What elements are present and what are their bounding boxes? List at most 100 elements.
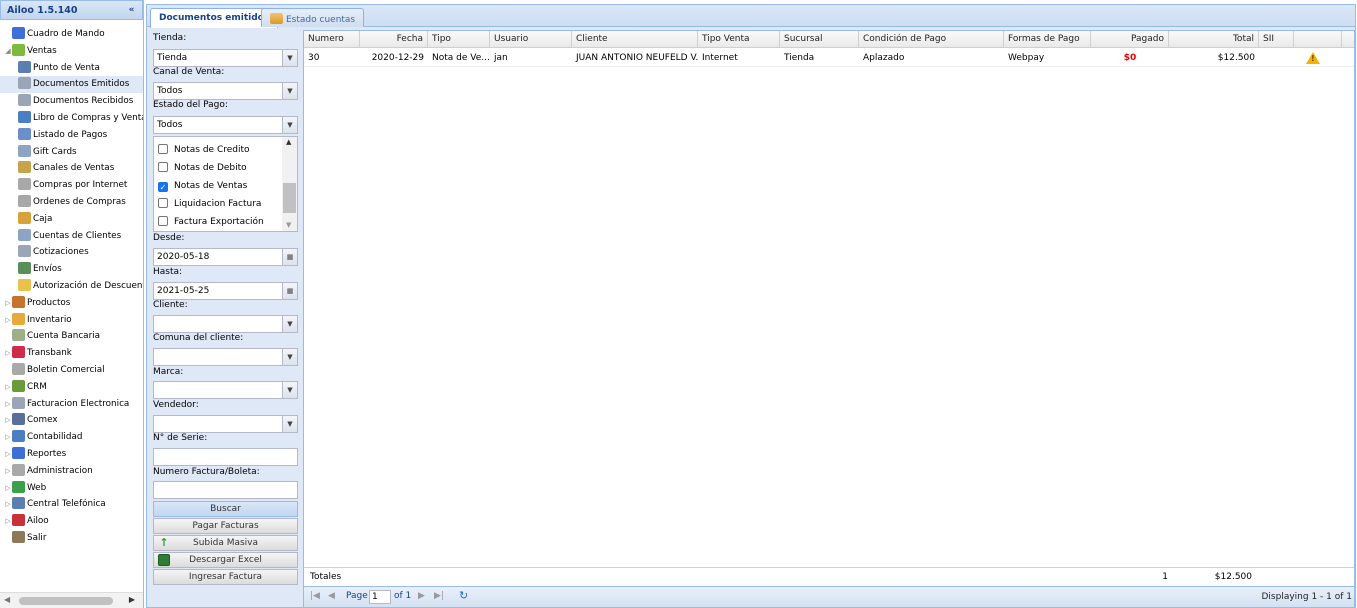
- table-row[interactable]: 30 2020-12-29 Nota de Ve... jan JUAN ANTONIO…: [304, 49, 1354, 67]
- expand-arrow-icon[interactable]: ▷: [4, 345, 12, 362]
- sidebar-item-boletin-comercial[interactable]: Boletin Comercial: [0, 362, 143, 379]
- collapse-icon[interactable]: «: [125, 4, 138, 17]
- sidebar-item-ailoo[interactable]: ▷ Ailoo: [0, 513, 143, 530]
- cliente-select[interactable]: ▼: [153, 315, 298, 333]
- scroll-down-icon[interactable]: ▼: [286, 221, 291, 229]
- chevron-down-icon[interactable]: ▼: [282, 349, 297, 365]
- vendedor-select[interactable]: ▼: [153, 415, 298, 433]
- factura-input[interactable]: [153, 481, 298, 499]
- sidebar-item-compras-por-internet[interactable]: Compras por Internet: [0, 177, 143, 194]
- expand-arrow-icon[interactable]: ▷: [4, 396, 12, 413]
- calendar-icon[interactable]: ▦: [282, 249, 297, 265]
- sidebar-item-inventario[interactable]: ▷ Inventario: [0, 312, 143, 329]
- expand-arrow-icon[interactable]: ▷: [4, 480, 12, 497]
- sidebar-item-central-telef-nica[interactable]: ▷ Central Telefónica: [0, 496, 143, 513]
- column-header-condici-n-de-pago[interactable]: Condición de Pago: [859, 31, 1004, 48]
- sidebar-item-cotizaciones[interactable]: Cotizaciones: [0, 244, 143, 261]
- tab-documentos-emitidos[interactable]: Documentos emitidos: [150, 8, 279, 28]
- sidebar-item-caja[interactable]: Caja: [0, 211, 143, 228]
- expanded-arrow-icon[interactable]: ◢: [4, 43, 12, 60]
- last-page-icon[interactable]: ▶|: [434, 591, 444, 601]
- column-header-tipo-venta[interactable]: Tipo Venta: [698, 31, 780, 48]
- column-header-tipo[interactable]: Tipo: [428, 31, 490, 48]
- chevron-down-icon[interactable]: ▼: [282, 50, 297, 66]
- serie-input[interactable]: [153, 448, 298, 466]
- expand-arrow-icon[interactable]: ▷: [4, 412, 12, 429]
- doc-type-option[interactable]: Liquidacion Factura: [158, 196, 261, 212]
- expand-arrow-icon[interactable]: ▷: [4, 496, 12, 513]
- sidebar-item-reportes[interactable]: ▷ Reportes: [0, 446, 143, 463]
- sidebar-item-transbank[interactable]: ▷ Transbank: [0, 345, 143, 362]
- scroll-left-icon[interactable]: ◀: [4, 595, 10, 604]
- sidebar-item-punto-de-venta[interactable]: Punto de Venta: [0, 60, 143, 77]
- canal-select[interactable]: Todos ▼: [153, 82, 298, 100]
- sidebar-item-comex[interactable]: ▷ Comex: [0, 412, 143, 429]
- ingresar-factura-button[interactable]: Ingresar Factura: [153, 569, 298, 585]
- sidebar-item-salir[interactable]: Salir: [0, 530, 143, 547]
- chevron-down-icon[interactable]: ▼: [282, 382, 297, 398]
- descargar-excel-button[interactable]: Descargar Excel: [153, 552, 298, 568]
- chevron-down-icon[interactable]: ▼: [282, 117, 297, 133]
- checkbox[interactable]: [158, 144, 168, 154]
- chevron-down-icon[interactable]: ▼: [282, 316, 297, 332]
- nav-horizontal-scrollbar[interactable]: ◀ ▶: [0, 592, 143, 608]
- expand-arrow-icon[interactable]: ▷: [4, 312, 12, 329]
- sidebar-item-administracion[interactable]: ▷ Administracion: [0, 463, 143, 480]
- expand-arrow-icon[interactable]: ▷: [4, 463, 12, 480]
- sidebar-item-listado-de-pagos[interactable]: Listado de Pagos: [0, 127, 143, 144]
- pagar-facturas-button[interactable]: Pagar Facturas: [153, 518, 298, 534]
- scroll-thumb[interactable]: [283, 183, 296, 213]
- sidebar-item-canales-de-ventas[interactable]: Canales de Ventas: [0, 160, 143, 177]
- marca-select[interactable]: ▼: [153, 381, 298, 399]
- sidebar-item-cuentas-de-clientes[interactable]: Cuentas de Clientes: [0, 228, 143, 245]
- doc-type-option[interactable]: Factura Exportación: [158, 214, 264, 230]
- buscar-button[interactable]: Buscar: [153, 501, 298, 517]
- sidebar-item-libro-de-compras-y-ventas[interactable]: Libro de Compras y Ventas: [0, 110, 143, 127]
- column-header-usuario[interactable]: Usuario: [490, 31, 572, 48]
- sidebar-item-autorizaci-n-de-descuentos[interactable]: Autorización de Descuentos: [0, 278, 143, 295]
- scroll-right-icon[interactable]: ▶: [129, 595, 135, 604]
- doc-type-option[interactable]: Notas de Credito: [158, 142, 250, 158]
- refresh-icon[interactable]: ↻: [459, 589, 468, 602]
- chevron-down-icon[interactable]: ▼: [282, 416, 297, 432]
- sidebar-item-env-os[interactable]: Envíos: [0, 261, 143, 278]
- desde-date-field[interactable]: 2020-05-18 ▦: [153, 248, 298, 266]
- column-header-sucursal[interactable]: Sucursal: [780, 31, 859, 48]
- checkbox[interactable]: [158, 216, 168, 226]
- subida-masiva-button[interactable]: ↑ Subida Masiva: [153, 535, 298, 551]
- next-page-icon[interactable]: ▶: [418, 591, 425, 601]
- warning-icon[interactable]: !: [1302, 49, 1332, 67]
- doc-type-option[interactable]: ✓ Notas de Ventas: [158, 178, 247, 194]
- chevron-down-icon[interactable]: ▼: [282, 83, 297, 99]
- column-header-pagado[interactable]: Pagado: [1091, 31, 1169, 48]
- checkbox[interactable]: [158, 198, 168, 208]
- column-header-cliente[interactable]: Cliente: [572, 31, 698, 48]
- column-header-formas-de-pago[interactable]: Formas de Pago: [1004, 31, 1091, 48]
- sidebar-item-crm[interactable]: ▷ CRM: [0, 379, 143, 396]
- page-number-input[interactable]: 1: [369, 590, 391, 604]
- sidebar-item-productos[interactable]: ▷ Productos: [0, 295, 143, 312]
- sidebar-item-web[interactable]: ▷ Web: [0, 480, 143, 497]
- doc-type-option[interactable]: Notas de Debito: [158, 160, 247, 176]
- scroll-thumb[interactable]: [19, 597, 113, 605]
- tienda-select[interactable]: Tienda ▼: [153, 49, 298, 67]
- expand-arrow-icon[interactable]: ▷: [4, 429, 12, 446]
- sidebar-item-ordenes-de-compras[interactable]: Ordenes de Compras: [0, 194, 143, 211]
- expand-arrow-icon[interactable]: ▷: [4, 295, 12, 312]
- tab-estado-cuentas[interactable]: Estado cuentas: [261, 8, 365, 27]
- sidebar-item-documentos-recibidos[interactable]: Documentos Recibidos: [0, 93, 143, 110]
- checkbox[interactable]: [158, 162, 168, 172]
- sidebar-item-documentos-emitidos[interactable]: Documentos Emitidos: [0, 76, 143, 94]
- column-header-fecha[interactable]: Fecha: [360, 31, 428, 48]
- checklist-scrollbar[interactable]: ▲ ▼: [282, 137, 297, 231]
- sidebar-item-cuadro-de-mando[interactable]: Cuadro de Mando: [0, 26, 143, 43]
- sidebar-item-gift-cards[interactable]: Gift Cards: [0, 144, 143, 161]
- first-page-icon[interactable]: |◀: [310, 591, 320, 601]
- checkbox-checked[interactable]: ✓: [158, 182, 168, 192]
- expand-arrow-icon[interactable]: ▷: [4, 379, 12, 396]
- expand-arrow-icon[interactable]: ▷: [4, 513, 12, 530]
- hasta-date-field[interactable]: 2021-05-25 ▦: [153, 282, 298, 300]
- column-header-numero[interactable]: Numero: [304, 31, 360, 48]
- estado-select[interactable]: Todos ▼: [153, 116, 298, 134]
- sidebar-item-facturacion-electronica[interactable]: ▷ Facturacion Electronica: [0, 396, 143, 413]
